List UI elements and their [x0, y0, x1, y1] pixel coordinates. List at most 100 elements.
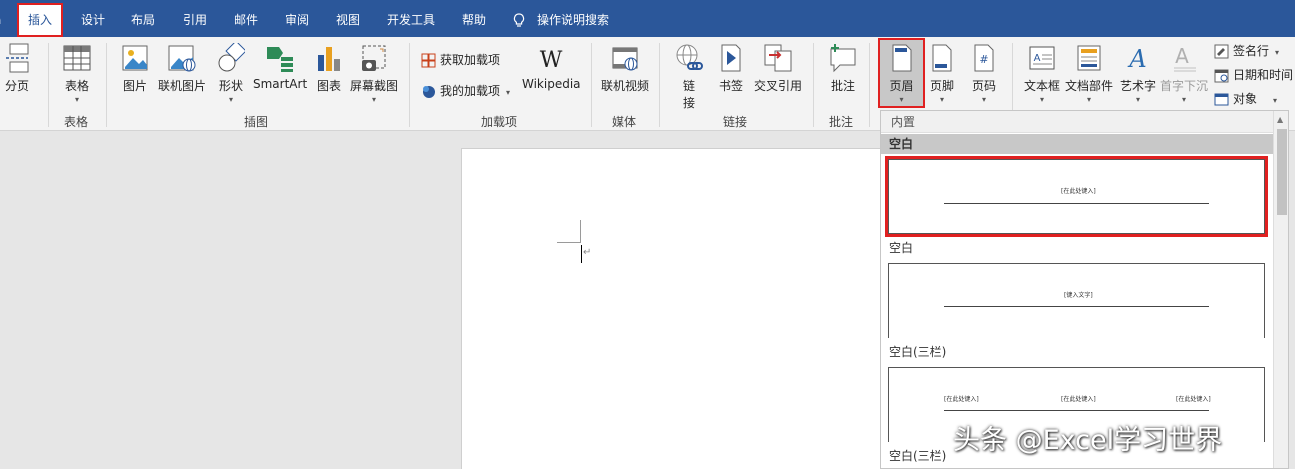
table-button[interactable]: 表格 ▾: [63, 43, 91, 104]
chevron-down-icon: ▾: [940, 95, 945, 104]
tab-insert[interactable]: 插入: [16, 3, 64, 37]
placeholder-text: [在此处键入]: [944, 396, 979, 403]
document-page[interactable]: [461, 148, 901, 469]
gallery-item-title: 空白(三栏): [889, 345, 947, 359]
link-button[interactable]: 链接: [674, 43, 704, 111]
textbox-button[interactable]: A 文本框 ▾: [1024, 43, 1060, 104]
date-time-button[interactable]: 日期和时间: [1214, 66, 1293, 83]
quick-parts-icon: [1077, 45, 1101, 71]
ribbon-tab-bar: ā 插入 设计 布局 引用 邮件 审阅 视图 开发工具 帮助 操作说明搜索: [0, 0, 1295, 37]
footer-button[interactable]: 页脚 ▾: [930, 43, 954, 104]
group-separator: [409, 43, 410, 127]
online-picture-icon: [168, 45, 196, 72]
tab-review[interactable]: 审阅: [285, 6, 309, 34]
comment-icon: [830, 44, 856, 73]
margin-corner-mark: [580, 220, 581, 242]
footer-icon: [932, 44, 952, 72]
svg-text:W: W: [540, 48, 563, 73]
placeholder-text: [在此处键入]: [1061, 188, 1096, 195]
scrollbar-thumb[interactable]: [1277, 129, 1287, 215]
wordart-button[interactable]: A 艺术字 ▾: [1120, 43, 1156, 104]
chevron-down-icon: ▾: [1182, 95, 1187, 104]
chevron-down-icon: ▾: [1136, 95, 1141, 104]
tab-view[interactable]: 视图: [336, 6, 360, 34]
bookmark-icon: [721, 44, 741, 72]
online-video-button[interactable]: 联机视频: [601, 43, 649, 94]
header-option-blank[interactable]: [在此处键入]: [885, 156, 1268, 237]
wikipedia-icon: W: [540, 48, 563, 73]
link-icon: [676, 44, 703, 70]
placeholder-text: [在此处键入]: [1176, 396, 1211, 403]
smartart-button[interactable]: SmartArt: [253, 43, 307, 91]
paragraph-mark-icon: ↵: [583, 247, 592, 258]
header-line: [944, 306, 1209, 307]
store-icon: [421, 53, 436, 68]
gallery-heading: 内置: [881, 111, 1273, 133]
signature-line-button[interactable]: 签名行 ▾: [1214, 42, 1279, 59]
picture-icon: [122, 45, 148, 71]
header-option-blank-2[interactable]: [键入文字]: [888, 263, 1265, 338]
picture-button[interactable]: 图片: [121, 43, 149, 94]
group-label-links: 链接: [723, 115, 748, 129]
tab-mailings[interactable]: 邮件: [234, 6, 258, 34]
header-line: [944, 410, 1209, 411]
tell-me-search[interactable]: 操作说明搜索: [513, 6, 609, 34]
header-gallery: 内置 空白 [在此处键入] 空白 [键入文字] 空白(三栏) [在此处键入] […: [880, 110, 1289, 469]
video-icon: [612, 47, 638, 71]
chevron-down-icon: ▾: [506, 88, 511, 97]
textbox-icon: A: [1029, 46, 1055, 70]
chevron-down-icon: ▾: [228, 95, 233, 104]
my-addins-button[interactable]: 我的加载项 ▾: [421, 82, 510, 99]
lightbulb-icon: [513, 13, 525, 27]
margin-corner-mark: [557, 242, 581, 243]
dropcap-button[interactable]: A 首字下沉 ▾: [1160, 43, 1208, 104]
shapes-icon: [218, 43, 245, 72]
tab-file-partial[interactable]: ā: [0, 6, 1, 34]
page-number-button[interactable]: # 页码 ▾: [972, 43, 996, 104]
group-label-media: 媒体: [612, 115, 637, 129]
page-break-button[interactable]: 分页: [4, 43, 30, 94]
object-button[interactable]: 对象 ▾: [1214, 90, 1277, 107]
chevron-down-icon: ▾: [372, 95, 377, 104]
cross-reference-button[interactable]: 交叉引用: [754, 43, 802, 94]
group-separator: [659, 43, 660, 127]
chevron-down-icon: ▾: [982, 95, 987, 104]
wordart-icon: A: [1127, 45, 1146, 73]
bookmark-button[interactable]: 书签: [718, 43, 744, 94]
gallery-scrollbar[interactable]: ▲: [1273, 111, 1288, 468]
tab-developer[interactable]: 开发工具: [387, 6, 435, 34]
scroll-up-icon[interactable]: ▲: [1277, 115, 1283, 124]
tab-references[interactable]: 引用: [183, 6, 207, 34]
group-label-addins: 加载项: [481, 115, 518, 129]
screenshot-icon: [362, 45, 386, 71]
calendar-icon: [1214, 69, 1229, 83]
group-separator: [106, 43, 107, 127]
bar-chart-icon: [318, 47, 340, 71]
watermark: 头条 @Excel学习世界: [953, 425, 1223, 456]
group-separator: [591, 43, 592, 127]
text-cursor: [581, 245, 582, 263]
svg-text:#: #: [979, 53, 988, 66]
tab-help[interactable]: 帮助: [462, 6, 486, 34]
shapes-button[interactable]: 形状 ▾: [217, 43, 245, 104]
dropcap-icon: A: [1174, 44, 1196, 72]
get-addins-button[interactable]: 获取加载项: [421, 51, 500, 68]
tab-layout[interactable]: 布局: [131, 6, 155, 34]
online-picture-button[interactable]: 联机图片: [158, 43, 206, 94]
page-break-icon: [6, 43, 29, 73]
header-icon: [892, 44, 911, 72]
wikipedia-button[interactable]: W Wikipedia: [522, 43, 581, 91]
comment-button[interactable]: 批注: [828, 43, 858, 94]
chevron-down-icon: ▾: [1087, 95, 1092, 104]
tell-me-label: 操作说明搜索: [537, 13, 610, 27]
tab-design[interactable]: 设计: [81, 6, 105, 34]
header-button[interactable]: 页眉 ▾: [878, 38, 925, 108]
chart-button[interactable]: 图表: [316, 43, 342, 94]
cross-reference-icon: [764, 44, 792, 72]
screenshot-button[interactable]: 屏幕截图 ▾: [350, 43, 398, 104]
chevron-down-icon: ▾: [1275, 48, 1280, 57]
placeholder-text: [键入文字]: [1064, 292, 1093, 299]
chevron-down-icon: ▾: [899, 95, 904, 104]
quick-parts-button[interactable]: 文档部件 ▾: [1065, 43, 1113, 104]
placeholder-text: [在此处键入]: [1061, 396, 1096, 403]
